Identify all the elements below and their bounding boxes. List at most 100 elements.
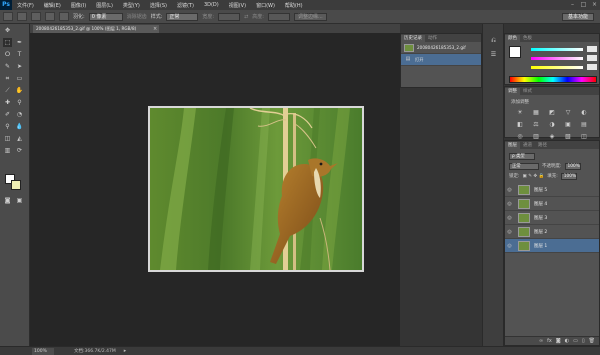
move-tool-icon[interactable]: ✥: [3, 26, 12, 35]
eyedropper-tool-icon[interactable]: ⟋: [3, 86, 12, 95]
quick-select-tool-icon[interactable]: ✎: [3, 62, 12, 71]
width-input[interactable]: [218, 12, 241, 21]
menu-layer[interactable]: 图层(L): [91, 2, 118, 9]
tab-paths[interactable]: 路径: [535, 142, 550, 149]
new-selection-icon[interactable]: [17, 12, 27, 21]
menu-3d[interactable]: 3D(D): [199, 2, 224, 8]
color-balance-icon[interactable]: ⚖: [531, 121, 541, 129]
document-tab[interactable]: 20080426185353_2.gif @ 100% (图层 1, RGB/8…: [33, 25, 159, 33]
tab-history[interactable]: 历史记录: [401, 35, 425, 42]
type-tool-icon[interactable]: T: [15, 50, 24, 59]
rotate-view-tool-icon[interactable]: ⟳: [15, 146, 24, 155]
layer-row[interactable]: ◎ 图层 5: [505, 183, 599, 197]
curves-icon[interactable]: ◩: [547, 109, 557, 117]
blue-value-input[interactable]: [587, 64, 597, 70]
shape-tool-icon[interactable]: ▭: [15, 74, 24, 83]
add-mask-icon[interactable]: ◙: [556, 338, 561, 344]
red-slider[interactable]: [531, 48, 583, 51]
clone-stamp-tool-icon[interactable]: ⚲: [3, 122, 12, 131]
menu-view[interactable]: 视图(V): [224, 2, 251, 9]
tab-color[interactable]: 颜色: [505, 35, 520, 42]
background-color-swatch[interactable]: [11, 180, 21, 190]
subtract-from-selection-icon[interactable]: [45, 12, 55, 21]
add-to-selection-icon[interactable]: [31, 12, 41, 21]
brush-tool-icon[interactable]: ✐: [3, 110, 12, 119]
path-select-tool-icon[interactable]: ➤: [15, 62, 24, 71]
tab-actions[interactable]: 动作: [425, 35, 440, 42]
blue-slider[interactable]: [531, 66, 583, 69]
paint-bucket-tool-icon[interactable]: ◭: [15, 134, 24, 143]
new-layer-icon[interactable]: ▯: [582, 338, 585, 344]
maximize-icon[interactable]: □: [580, 1, 587, 8]
refine-edge-button[interactable]: 调整边缘...: [293, 12, 327, 21]
history-step[interactable]: ▤ 打开: [401, 54, 481, 66]
close-icon[interactable]: ×: [591, 1, 598, 8]
menu-window[interactable]: 窗口(W): [251, 2, 280, 9]
visibility-icon[interactable]: ◎: [505, 201, 514, 207]
antialias-checkbox[interactable]: 消除锯齿: [127, 13, 147, 20]
visibility-icon[interactable]: ◎: [505, 215, 514, 221]
color-panel-foreground-swatch[interactable]: [509, 46, 521, 58]
layer-row[interactable]: ◎ 图层 3: [505, 211, 599, 225]
document-image[interactable]: [148, 106, 364, 272]
tab-channels[interactable]: 通道: [520, 142, 535, 149]
screen-mode-icon[interactable]: ▣: [15, 196, 24, 205]
exposure-icon[interactable]: ▽: [563, 109, 573, 117]
layer-style-icon[interactable]: fx: [547, 338, 552, 344]
quick-mask-icon[interactable]: ◙: [3, 196, 12, 205]
menu-type[interactable]: 类型(Y): [118, 2, 145, 9]
hue-saturation-icon[interactable]: ◧: [515, 121, 525, 129]
red-value-input[interactable]: [587, 46, 597, 52]
close-document-icon[interactable]: ×: [153, 25, 157, 33]
menu-image[interactable]: 图像(I): [66, 2, 91, 9]
green-slider[interactable]: [531, 57, 583, 60]
minimize-icon[interactable]: –: [569, 1, 576, 8]
blur-tool-icon[interactable]: 💧: [15, 122, 24, 131]
lock-icons[interactable]: ▣ ✎ ✥ 🔒: [523, 174, 545, 179]
marquee-tool-preset-icon[interactable]: [3, 12, 13, 21]
marquee-tool-icon[interactable]: ⬚: [3, 38, 12, 47]
visibility-icon[interactable]: ◎: [505, 187, 514, 193]
brightness-contrast-icon[interactable]: ☀: [515, 109, 525, 117]
tab-swatches[interactable]: 色板: [520, 35, 535, 42]
workspace-switcher[interactable]: 基本功能: [562, 13, 594, 21]
levels-icon[interactable]: ▦: [531, 109, 541, 117]
channel-mixer-icon[interactable]: ▤: [579, 121, 589, 129]
visibility-icon[interactable]: ◎: [505, 229, 514, 235]
visibility-icon[interactable]: ◎: [505, 243, 514, 249]
new-adjustment-layer-icon[interactable]: ◐: [565, 338, 569, 344]
eraser-tool-icon[interactable]: ◫: [3, 134, 12, 143]
crop-tool-icon[interactable]: ⌗: [3, 74, 12, 83]
tab-styles[interactable]: 样式: [520, 88, 535, 95]
status-menu-arrow-icon[interactable]: ▸: [124, 348, 127, 354]
zoom-level-input[interactable]: 100%: [32, 347, 54, 355]
layer-row[interactable]: ◎ 图层 4: [505, 197, 599, 211]
menu-help[interactable]: 帮助(H): [280, 2, 308, 9]
menu-file[interactable]: 文件(F): [12, 2, 39, 9]
menu-filter[interactable]: 滤镜(T): [172, 2, 199, 9]
link-layers-icon[interactable]: ∞: [539, 338, 543, 344]
blend-mode-select[interactable]: 正常: [509, 162, 539, 170]
layer-row[interactable]: ◎ 图层 2: [505, 225, 599, 239]
history-snapshot[interactable]: 20080426185353_2.gif: [401, 42, 481, 54]
tab-layers[interactable]: 图层: [505, 142, 520, 149]
vibrance-icon[interactable]: ◐: [579, 109, 589, 117]
layer-filter-select[interactable]: ρ 类型: [509, 152, 535, 160]
layer-row-selected[interactable]: ◎ 图层 1: [505, 239, 599, 253]
height-input[interactable]: [267, 12, 290, 21]
opacity-input[interactable]: 100%: [564, 162, 581, 170]
intersect-selection-icon[interactable]: [59, 12, 69, 21]
menu-select[interactable]: 选择(S): [145, 2, 172, 9]
feather-input[interactable]: 0 像素: [88, 12, 123, 21]
fill-input[interactable]: 100%: [560, 172, 577, 180]
black-white-icon[interactable]: ◑: [547, 121, 557, 129]
history-panel-icon[interactable]: ⎌: [489, 36, 498, 45]
pen-tool-icon[interactable]: ✒: [15, 38, 24, 47]
properties-panel-icon[interactable]: ☰: [489, 50, 498, 59]
swap-icon[interactable]: ⇄: [244, 14, 248, 20]
delete-layer-icon[interactable]: 🗑: [589, 338, 595, 344]
zoom-tool-icon[interactable]: ⚲: [15, 98, 24, 107]
photo-filter-icon[interactable]: ▣: [563, 121, 573, 129]
green-value-input[interactable]: [587, 55, 597, 61]
healing-brush-tool-icon[interactable]: ✚: [3, 98, 12, 107]
